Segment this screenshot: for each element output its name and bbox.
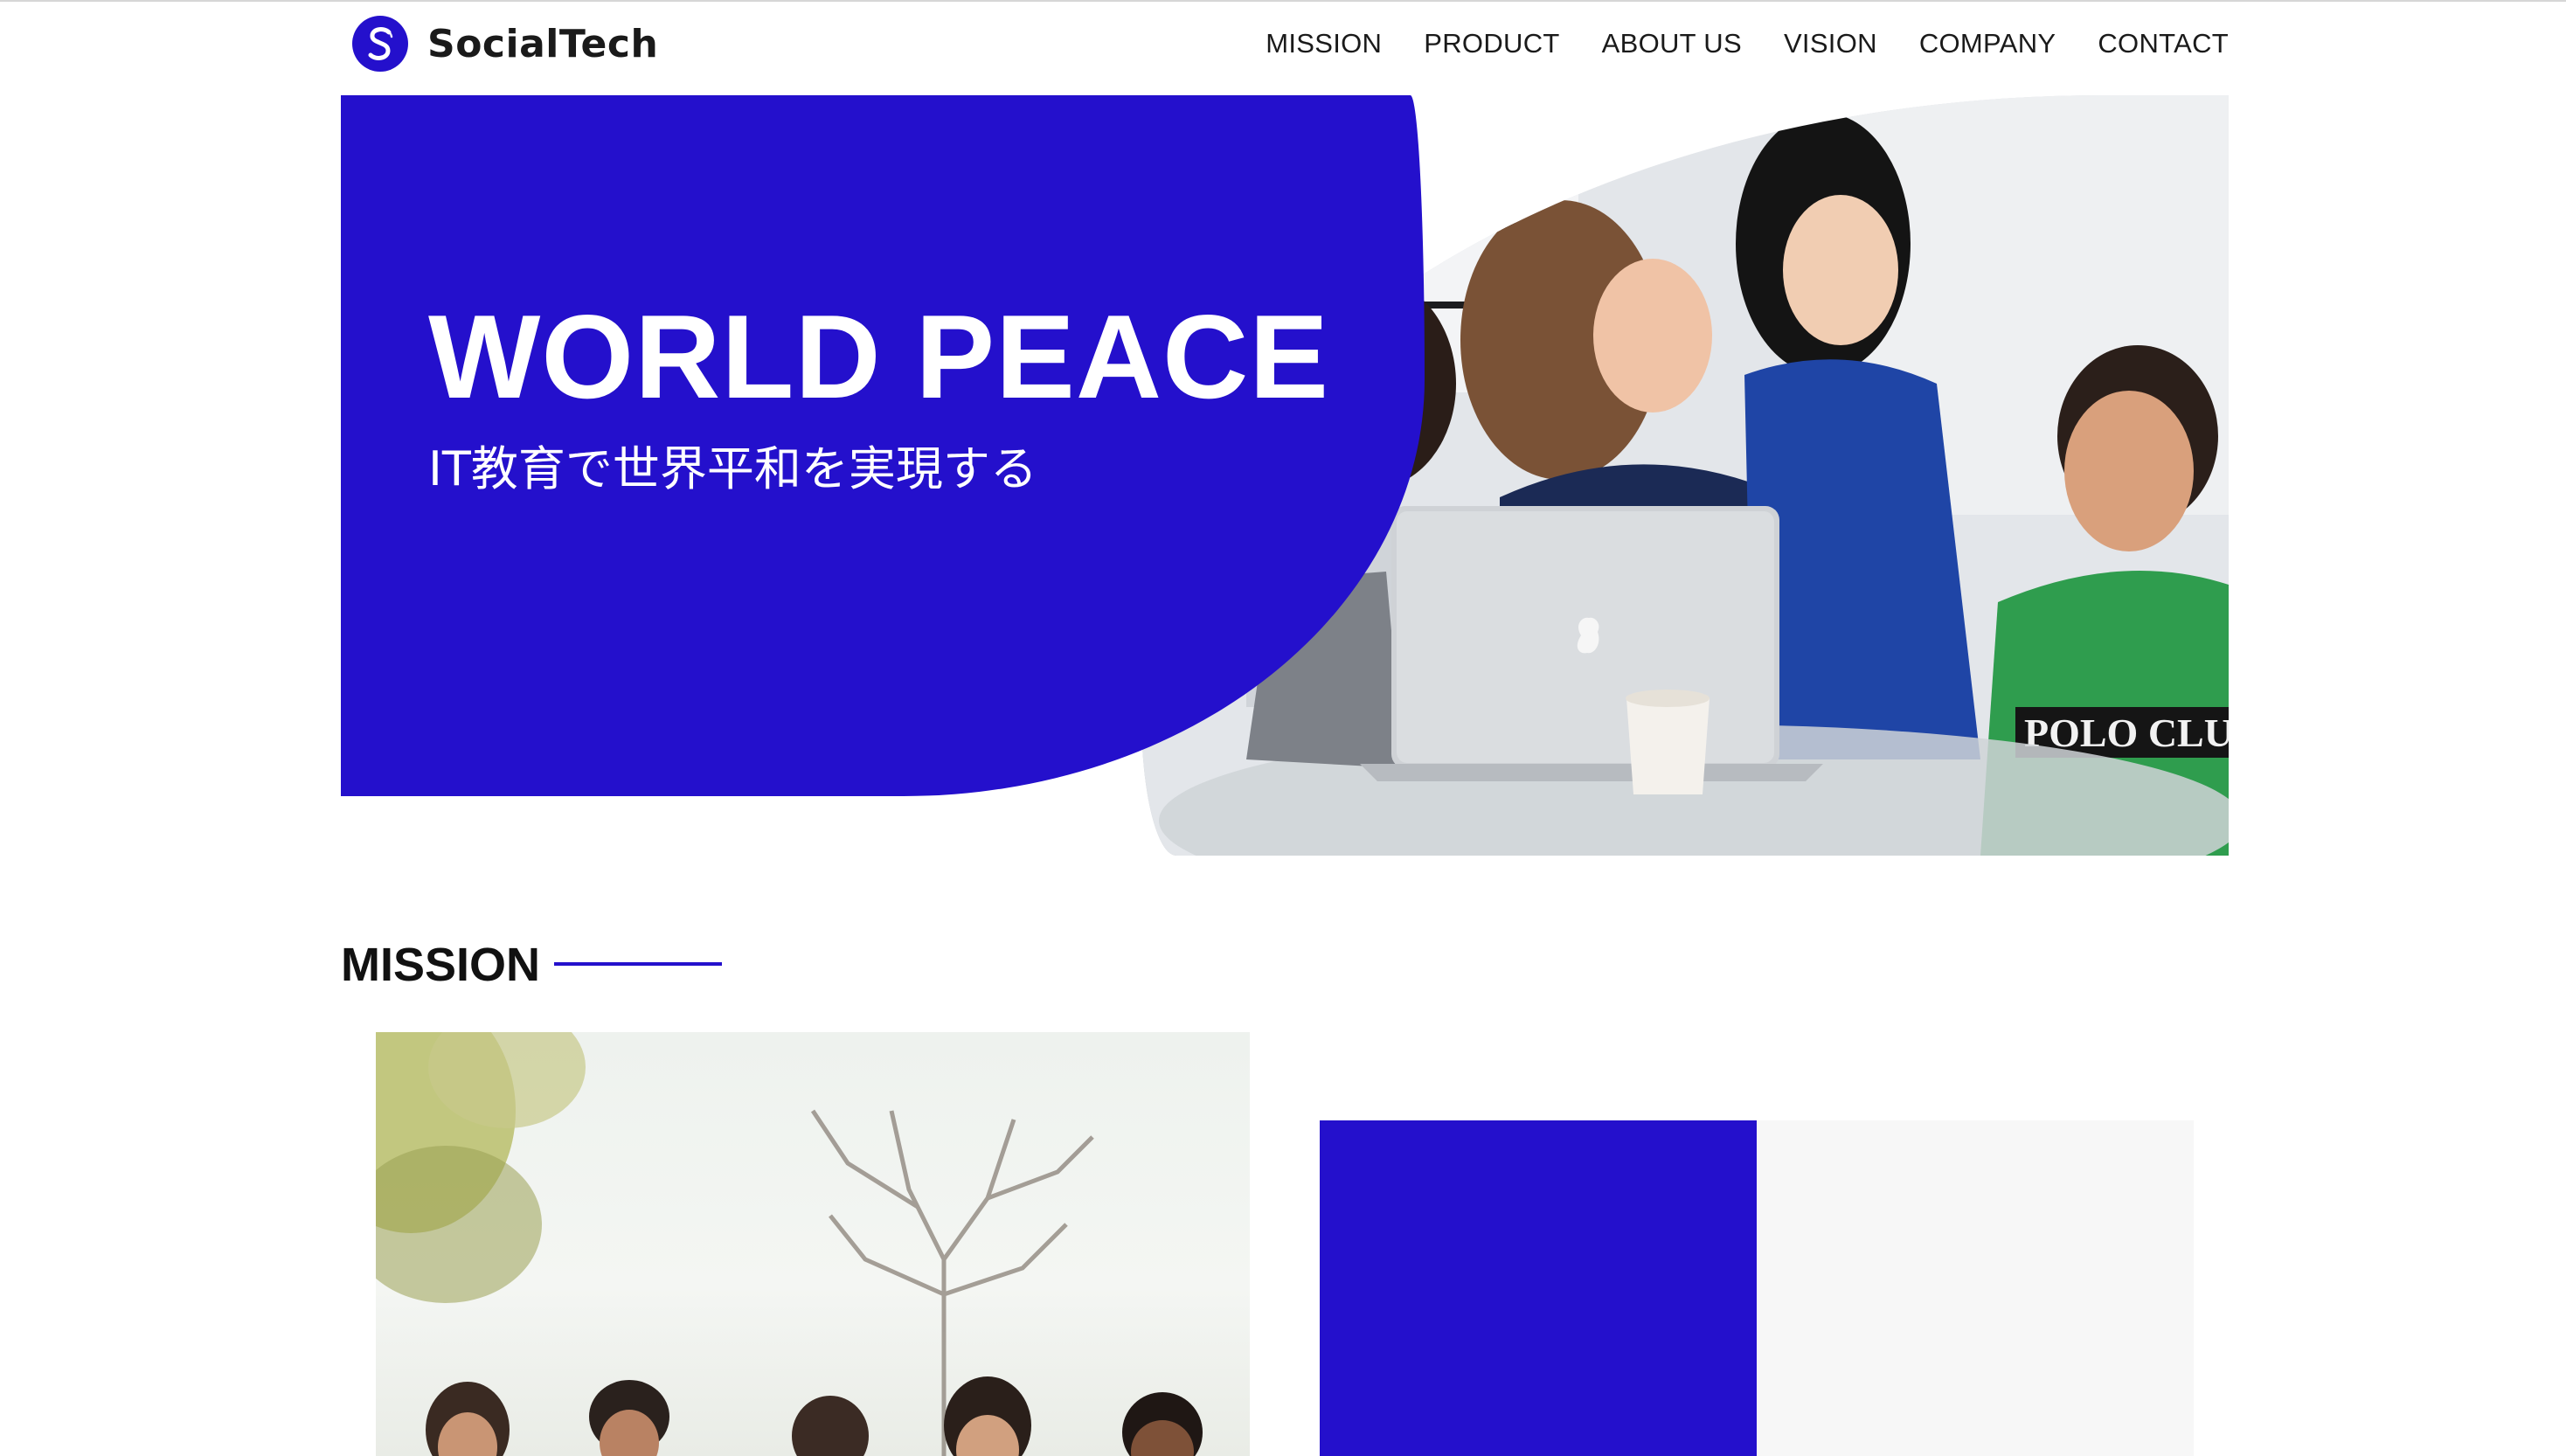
brand-logo[interactable]: SocialTech	[352, 15, 658, 73]
logo-icon	[352, 16, 408, 72]
mission-photo	[376, 1032, 1250, 1456]
nav-company[interactable]: COMPANY	[1919, 28, 2056, 59]
hero-subtitle: IT教育で世界平和を実現する	[428, 441, 1037, 496]
nav-contact[interactable]: CONTACT	[2098, 28, 2229, 59]
nav-about-us[interactable]: ABOUT US	[1602, 28, 1742, 59]
mission-card-accent	[1320, 1120, 1757, 1456]
nav-product[interactable]: PRODUCT	[1424, 28, 1559, 59]
hero-title: WORLD PEACE	[428, 290, 1329, 423]
main-nav: MISSION PRODUCT ABOUT US VISION COMPANY …	[1266, 28, 2229, 59]
mission-heading: MISSION	[341, 939, 541, 991]
nav-vision[interactable]: VISION	[1784, 28, 1877, 59]
top-border	[0, 0, 2566, 2]
mission-card-light	[1757, 1120, 2194, 1456]
brand-name: SocialTech	[427, 21, 659, 66]
nav-mission[interactable]: MISSION	[1266, 28, 1382, 59]
mission-heading-rule	[554, 962, 722, 966]
